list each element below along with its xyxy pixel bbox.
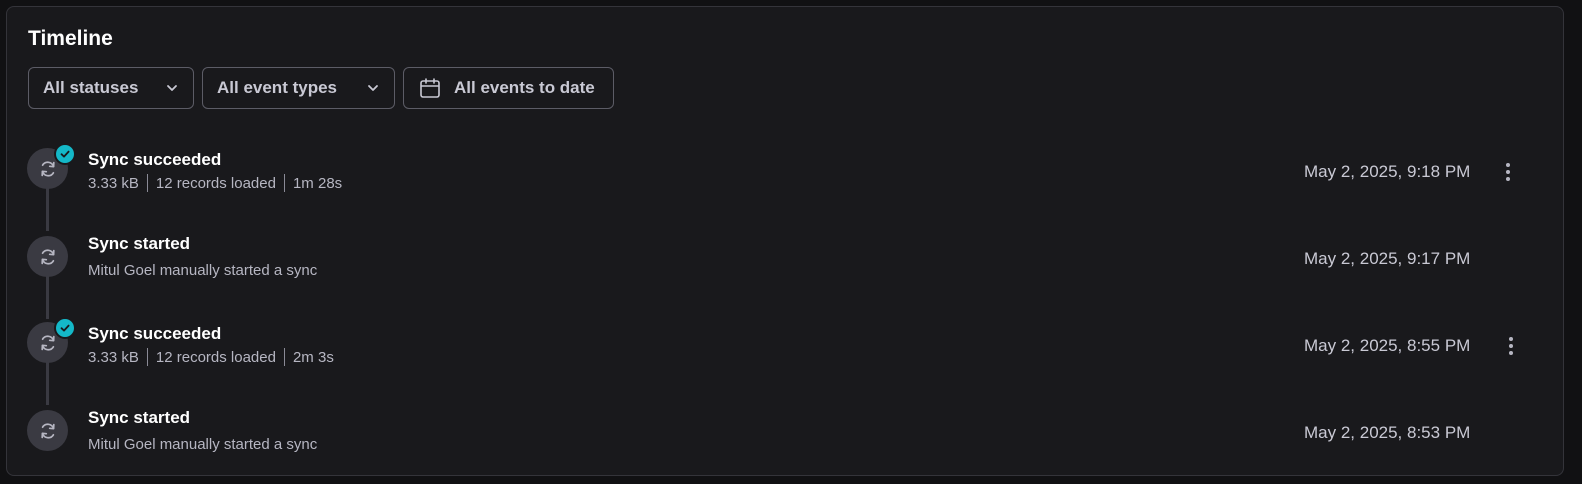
chevron-down-icon xyxy=(165,81,179,95)
event-title: Sync succeeded xyxy=(88,324,222,343)
event-type-filter-dropdown[interactable]: All event types xyxy=(202,67,395,109)
event-title: Sync started xyxy=(88,234,191,253)
event-title: Sync started xyxy=(88,408,191,427)
event-timestamp: May 2, 2025, 8:55 PM xyxy=(1304,336,1471,355)
date-range-filter-button[interactable]: All events to date xyxy=(403,67,614,109)
sync-icon xyxy=(27,236,68,277)
filter-bar: All statuses All event types All events … xyxy=(28,67,614,109)
chevron-down-icon xyxy=(366,81,380,95)
event-title: Sync succeeded xyxy=(88,150,222,169)
event-duration: 1m 28s xyxy=(292,174,343,192)
calendar-icon xyxy=(418,76,442,100)
event-description: Mitul Goel manually started a sync xyxy=(88,436,318,453)
event-duration: 2m 3s xyxy=(292,348,334,366)
divider xyxy=(146,174,148,192)
divider xyxy=(146,348,148,366)
event-timestamp: May 2, 2025, 9:17 PM xyxy=(1304,249,1471,268)
divider xyxy=(283,348,285,366)
timeline-event: Sync succeeded 3.33 kB 12 records loaded… xyxy=(7,137,1563,197)
event-details: 3.33 kB 12 records loaded 2m 3s xyxy=(88,348,334,366)
event-records: 12 records loaded xyxy=(155,174,276,192)
page-title: Timeline xyxy=(28,27,113,50)
success-check-icon xyxy=(54,317,76,339)
event-size: 3.33 kB xyxy=(88,174,139,192)
date-range-filter-label: All events to date xyxy=(454,78,595,97)
event-description: Mitul Goel manually started a sync xyxy=(88,262,318,279)
sync-icon xyxy=(27,410,68,451)
event-timestamp: May 2, 2025, 8:53 PM xyxy=(1304,423,1471,442)
divider xyxy=(283,174,285,192)
timeline-event: Sync started Mitul Goel manually started… xyxy=(7,223,1563,283)
timeline-panel: Timeline All statuses All event types Al… xyxy=(6,6,1564,476)
event-details: 3.33 kB 12 records loaded 1m 28s xyxy=(88,174,342,192)
success-check-icon xyxy=(54,143,76,165)
event-timestamp: May 2, 2025, 9:18 PM xyxy=(1304,162,1471,181)
event-records: 12 records loaded xyxy=(155,348,276,366)
status-filter-label: All statuses xyxy=(43,78,139,97)
timeline-event: Sync started Mitul Goel manually started… xyxy=(7,397,1563,457)
timeline-event: Sync succeeded 3.33 kB 12 records loaded… xyxy=(7,311,1563,371)
more-options-icon[interactable] xyxy=(1497,158,1519,186)
status-filter-dropdown[interactable]: All statuses xyxy=(28,67,194,109)
event-size: 3.33 kB xyxy=(88,348,139,366)
event-type-filter-label: All event types xyxy=(217,78,337,97)
more-options-icon[interactable] xyxy=(1500,332,1522,360)
